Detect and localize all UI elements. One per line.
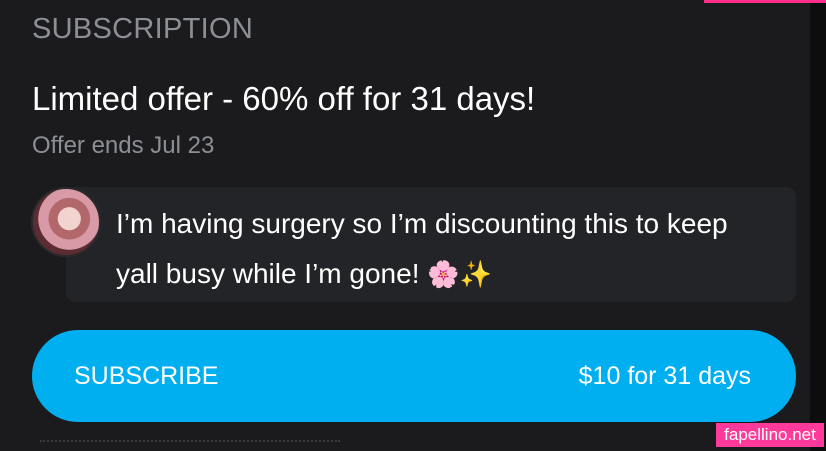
divider [40, 440, 340, 446]
offer-title: Limited offer - 60% off for 31 days! [32, 80, 536, 117]
message-text: I’m having surgery so I’m discounting th… [116, 208, 728, 289]
subscription-card: SUBSCRIPTION Limited offer - 60% off for… [0, 0, 810, 451]
watermark-label: fapellino.net [716, 423, 824, 447]
accent-bar [704, 0, 826, 3]
offer-ends-text: Offer ends Jul 23 [32, 132, 215, 159]
subscribe-button[interactable]: SUBSCRIBE $10 for 31 days [32, 330, 796, 422]
subscribe-label: SUBSCRIBE [74, 361, 219, 390]
message-emoji: 🌸✨ [427, 259, 493, 289]
section-label: SUBSCRIPTION [32, 13, 254, 45]
avatar[interactable] [31, 187, 101, 257]
creator-message: I’m having surgery so I’m discounting th… [116, 199, 776, 299]
subscribe-price: $10 for 31 days [578, 361, 751, 390]
screen-edge [810, 0, 826, 451]
